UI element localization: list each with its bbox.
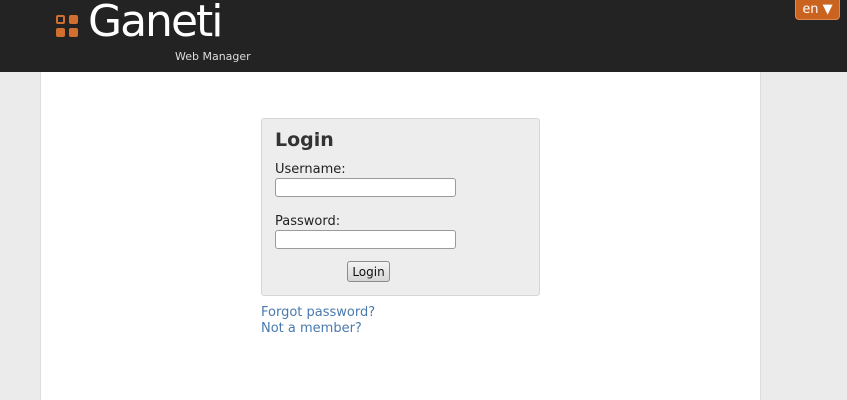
language-selector[interactable]: en ▼ xyxy=(795,0,840,20)
ganeti-logo[interactable]: Ganeti Web Manager xyxy=(56,0,256,66)
forgot-password-link[interactable]: Forgot password? xyxy=(261,305,375,320)
username-input[interactable] xyxy=(275,178,456,197)
not-a-member-link[interactable]: Not a member? xyxy=(261,321,362,336)
login-button[interactable]: Login xyxy=(347,261,390,282)
header-bar: Ganeti Web Manager en ▼ xyxy=(0,0,847,72)
login-title: Login xyxy=(275,129,334,151)
logo-subtitle: Web Manager xyxy=(175,50,251,63)
password-input[interactable] xyxy=(275,230,456,249)
login-form: Login Username: Password: Login xyxy=(261,118,540,296)
password-label: Password: xyxy=(275,214,341,229)
logo-text: Ganeti xyxy=(88,0,223,47)
username-label: Username: xyxy=(275,162,346,177)
ganeti-grid-logo-icon xyxy=(56,15,82,41)
